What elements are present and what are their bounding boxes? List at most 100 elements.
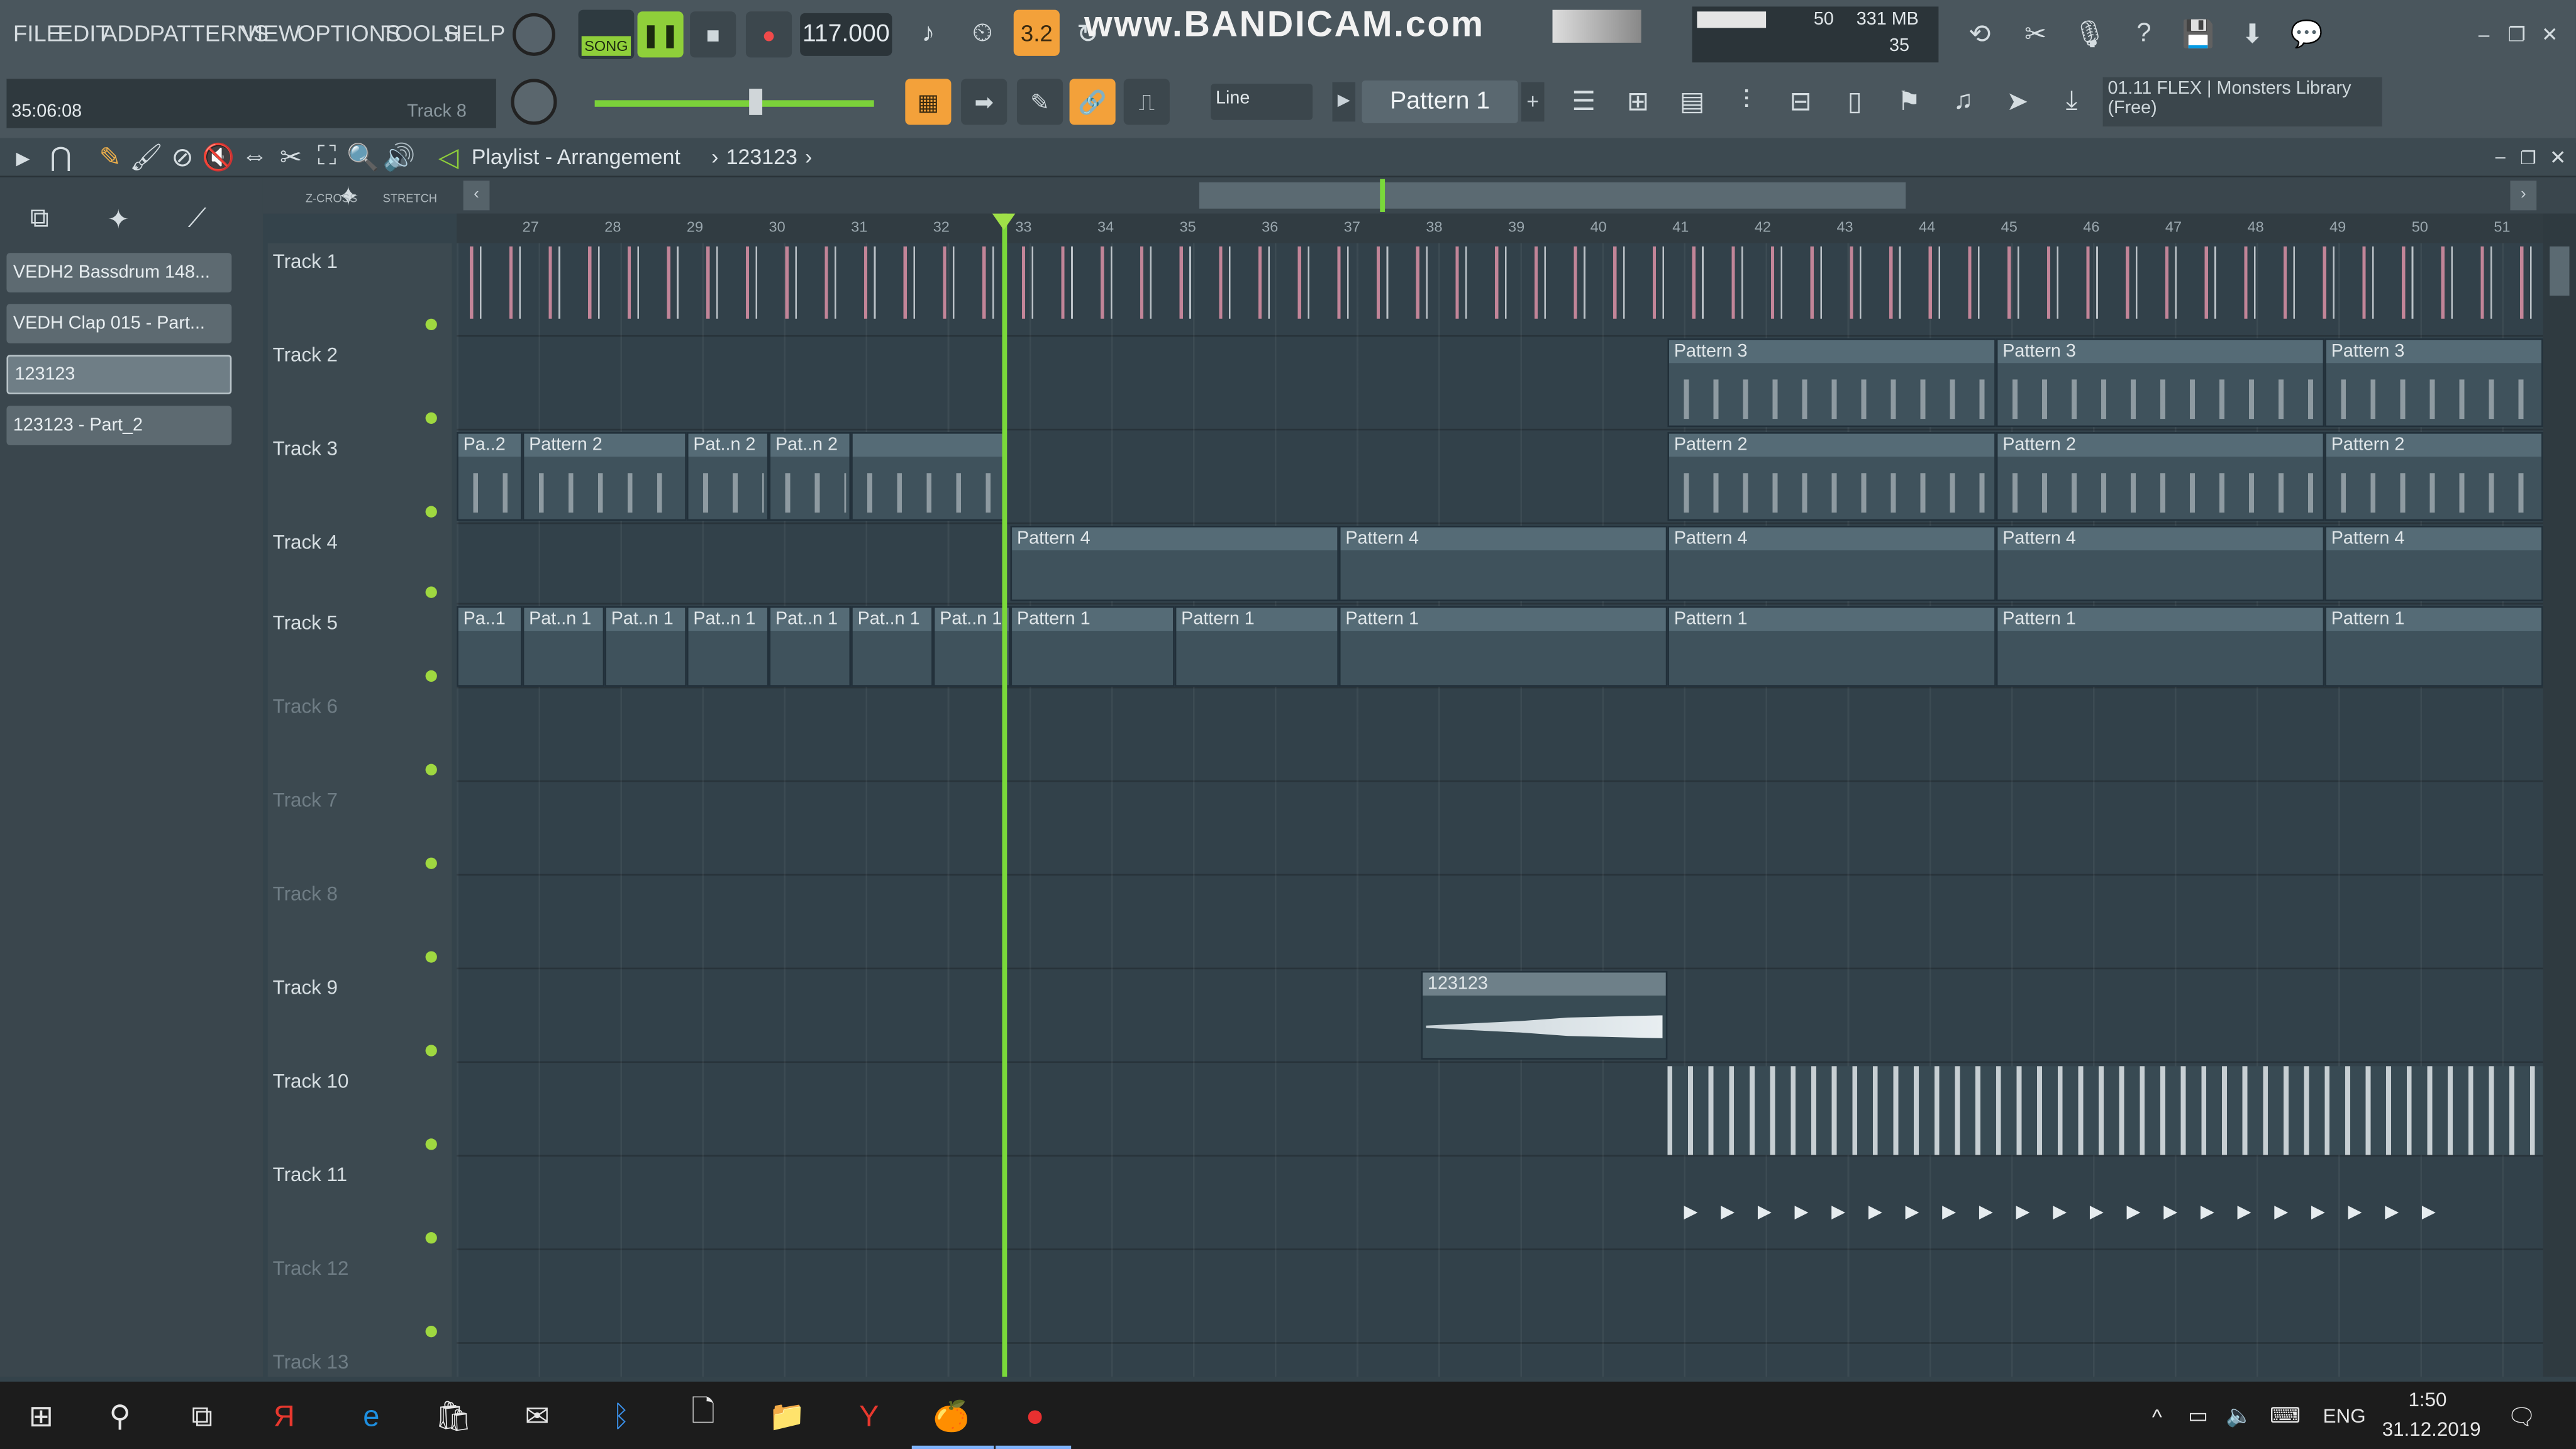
touch-keyboard-icon[interactable]: ♫ [1943,82,1983,122]
search-icon[interactable]: ⚲ [99,1395,142,1438]
clock-time[interactable]: 1:50 [2408,1388,2446,1411]
windows-start-icon[interactable]: ⊞ [19,1395,62,1438]
audio-tab-icon[interactable]: ✦ [99,201,138,240]
bandicam-icon[interactable]: ⏺ [1014,1395,1057,1438]
playlist-close-icon[interactable]: ✕ [2538,138,2576,177]
vertical-scroll-thumb[interactable] [2550,246,2570,296]
playlist-button[interactable]: ▦ [905,79,952,125]
playhead[interactable] [1002,213,1008,1377]
pattern-clip[interactable]: Pat..n 2 [686,432,769,521]
pattern-clip[interactable]: Pat..n 2 [769,432,852,521]
mail-icon[interactable]: ✉ [516,1395,558,1438]
snap-selector[interactable]: Line [1211,84,1313,120]
explorer-icon[interactable]: 📁 [765,1395,808,1438]
send-icon[interactable]: ➤ [1997,82,2037,122]
picker-item[interactable]: VEDH Clap 015 - Part... [6,304,232,343]
pattern-clip[interactable] [851,432,1008,521]
track-mute-led[interactable] [425,1326,437,1338]
file-icon[interactable]: 🗋 [682,1395,724,1438]
scroll-left-arrow[interactable]: ‹ [463,180,490,211]
help-icon[interactable]: ? [2124,15,2164,55]
track-name[interactable]: Track 12 [273,1257,349,1280]
track-mute-led[interactable] [425,763,437,775]
playlist-menu-arrow[interactable]: ▶ [3,138,43,177]
slip-icon[interactable]: ⇔ [235,138,275,177]
link-icon[interactable]: 🔗 [1069,79,1116,125]
track-mute-led[interactable] [425,412,437,424]
browser-icon[interactable]: ▤ [1672,82,1712,122]
scroll-right-arrow[interactable]: › [2510,180,2537,211]
master-volume-slider[interactable] [594,100,874,107]
track-mute-led[interactable] [425,1045,437,1057]
track-name[interactable]: Track 1 [273,250,338,273]
fl-studio-icon[interactable]: 🍊 [930,1395,973,1438]
pattern-clip[interactable]: Pa..1 [457,606,523,687]
automation-tab-icon[interactable]: ⟋ [177,201,217,240]
pattern-clip[interactable]: Pattern 2 [522,432,687,521]
language-indicator[interactable]: ENG [2323,1404,2366,1428]
pencil-icon[interactable]: ✎ [91,138,130,177]
pattern-clip[interactable]: Pattern 1 [2324,606,2543,687]
menu-help[interactable]: HELP [445,19,506,46]
channel-rack-icon[interactable]: ☰ [1564,82,1604,122]
picker-item[interactable]: VEDH2 Bassdrum 148... [6,253,232,292]
mute-icon[interactable]: 🔇 [199,138,238,177]
pattern-clip[interactable]: Pattern 4 [1010,525,1339,602]
patterns-tab-icon[interactable]: ⧉ [19,201,59,240]
pattern-clip[interactable]: Pattern 4 [1996,525,2325,602]
microphone-icon[interactable]: 🎙 [2070,15,2109,55]
download-icon[interactable]: ⤓ [2052,82,2092,122]
delete-icon[interactable]: ⊘ [163,138,203,177]
track-mute-led[interactable] [425,1232,437,1244]
pattern-clip[interactable]: Pattern 2 [1996,432,2325,521]
close-icon[interactable]: ✕ [2530,15,2570,55]
track-name[interactable]: Track 4 [273,531,338,554]
pattern-clip[interactable]: Pattern 3 [1667,338,1996,428]
zoom-icon[interactable]: 🔍 [343,138,383,177]
pattern-clip[interactable]: Pattern 3 [2324,338,2543,428]
menu-view[interactable]: VIEW [242,19,300,46]
stamp-icon[interactable]: ⎍ [1123,79,1170,125]
pattern-clip[interactable]: Pattern 2 [1667,432,1996,521]
horizontal-scrollbar[interactable] [1199,182,1906,209]
plugin-icon[interactable]: ⚑ [1889,82,1929,122]
brush-icon[interactable]: 🖌 [126,138,166,177]
playback-icon[interactable]: 🔊 [379,138,419,177]
pattern-clip[interactable]: Pattern 1 [1996,606,2325,687]
track-name[interactable]: Track 10 [273,1070,349,1093]
vertical-scrollbar[interactable] [2543,213,2576,1377]
metronome-icon[interactable]: ♪ [909,15,948,55]
bluetooth-icon[interactable]: ᛒ [599,1395,642,1438]
task-view-icon[interactable]: ⧉ [180,1395,223,1438]
slice-icon[interactable]: ✂ [271,138,311,177]
playlist-grid[interactable]: Pattern 3 Pattern 3 Pattern 3 Pa..2 Patt… [457,243,2543,1377]
pattern-clip[interactable]: Pattern 4 [1667,525,1996,602]
audio-hits-strip[interactable] [1667,1066,2543,1155]
pattern-prev-arrow[interactable]: ▶ [1332,82,1356,122]
track-mute-led[interactable] [425,318,437,331]
pattern-clip[interactable]: Pattern 4 [1338,525,1668,602]
plugin-news-panel[interactable]: 01.11 FLEX | Monsters Library (Free) [2102,77,2382,127]
pattern-clip[interactable]: Pattern 1 [1174,606,1339,687]
timeline-ruler[interactable]: 27 28 29 30 31 32 33 34 35 36 37 38 39 4… [457,213,2543,243]
undo-icon[interactable]: ⟲ [1960,15,1999,55]
track-mute-led[interactable] [425,951,437,963]
drum-clip-strip[interactable] [457,246,2543,319]
notifications-icon[interactable]: 🗨 [2501,1395,2543,1438]
pattern-clip[interactable]: Pattern 3 [1996,338,2325,428]
pattern-clip[interactable]: Pat..n 1 [686,606,769,687]
play-pause-button[interactable]: ❚❚ [637,11,684,58]
track-name[interactable]: Track 11 [273,1163,347,1186]
track-name[interactable]: Track 5 [273,611,338,635]
track-mute-led[interactable] [425,670,437,682]
plugin-picker-icon[interactable]: ⊟ [1781,82,1821,122]
slider-handle[interactable] [749,89,763,115]
track-name[interactable]: Track 3 [273,437,338,460]
picker-item[interactable]: 123123 - Part_2 [6,406,232,445]
pattern-clip[interactable]: Pat..n 1 [851,606,933,687]
battery-icon[interactable]: ▭ [2177,1395,2219,1438]
pattern-clip[interactable]: Pa..2 [457,432,523,521]
pattern-clip[interactable]: Pattern 1 [1010,606,1175,687]
select-icon[interactable]: ⛶ [307,138,347,177]
track-name[interactable]: Track 13 [273,1350,349,1374]
